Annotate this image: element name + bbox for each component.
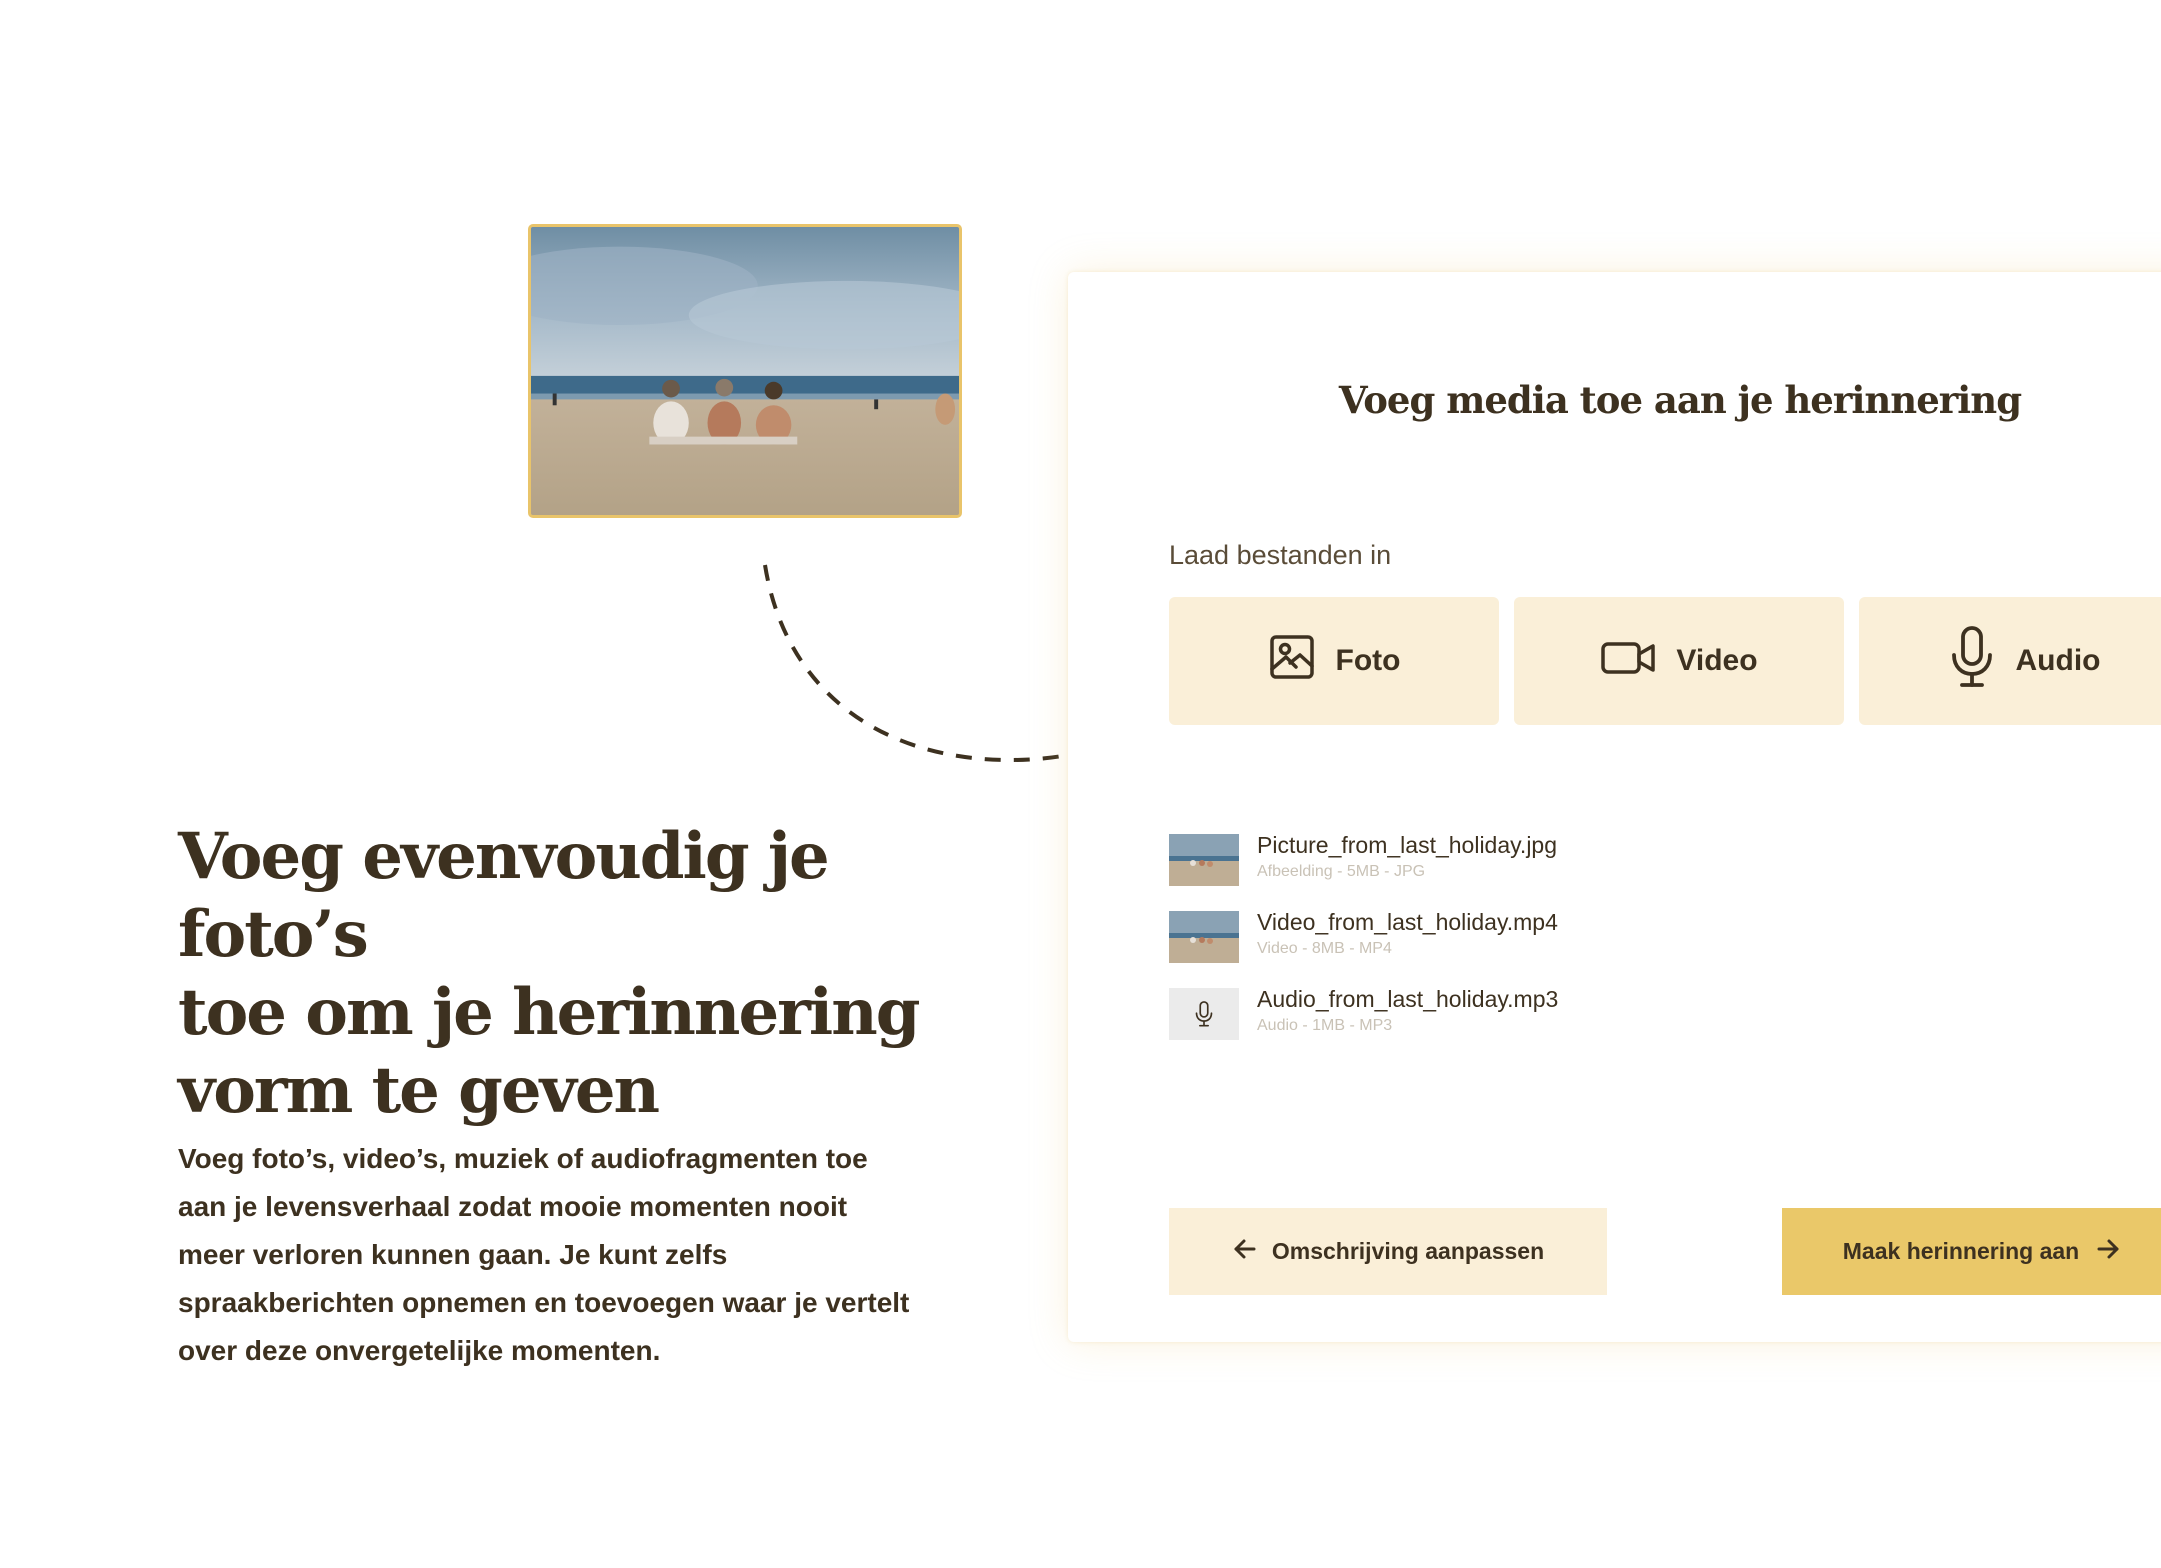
create-memory-button[interactable]: Maak herinnering aan (1782, 1208, 2161, 1295)
media-upload-card (1068, 272, 2161, 1342)
edit-description-label: Omschrijving aanpassen (1271, 1238, 1545, 1264)
hero-title-line: toe om je herinnering (178, 975, 920, 1050)
video-camera-icon (1600, 633, 1656, 689)
arrow-left-icon (1232, 1236, 1258, 1268)
upload-video-label: Video (1676, 644, 1758, 677)
arrow-right-icon (2095, 1236, 2121, 1268)
upload-label: Laad bestanden in (1169, 540, 1392, 570)
hero-description: Voeg foto’s, video’s, muziek of audiofra… (178, 1143, 910, 1366)
file-list-item[interactable]: Audio_from_last_holiday.mp3 Audio - 1MB … (1169, 986, 1769, 1040)
file-list-item[interactable]: Video_from_last_holiday.mp4 Video - 8MB … (1169, 909, 1769, 963)
beach-thumbnail (1169, 911, 1239, 963)
beach-thumbnail (1169, 834, 1239, 886)
upload-audio-label: Audio (2015, 644, 2101, 677)
file-meta: Afbeelding - 5MB - JPG (1257, 863, 1426, 880)
hero-title-line: vorm te geven (178, 1053, 660, 1128)
upload-audio-button[interactable]: Audio (1859, 597, 2161, 725)
file-list-item[interactable]: Picture_from_last_holiday.jpg Afbeelding… (1169, 832, 1769, 886)
file-name: Video_from_last_holiday.mp4 (1257, 909, 1558, 935)
create-memory-label: Maak herinnering aan (1842, 1238, 2080, 1264)
hero-title-line: Voeg evenvoudig je foto’s (178, 819, 830, 972)
file-meta: Audio - 1MB - MP3 (1257, 1017, 1393, 1034)
hero-title: Voeg evenvoudig je foto’s toe om je heri… (178, 818, 938, 1130)
file-name: Picture_from_last_holiday.jpg (1257, 832, 1558, 858)
floating-beach-photo (528, 224, 962, 518)
file-meta: Video - 8MB - MP4 (1257, 940, 1392, 957)
upload-photo-button[interactable]: Foto (1169, 597, 1499, 725)
card-title: Voeg media toe aan je herinnering (1338, 378, 2022, 422)
upload-video-button[interactable]: Video (1514, 597, 1844, 725)
file-name: Audio_from_last_holiday.mp3 (1257, 986, 1559, 1012)
image-icon (1268, 633, 1316, 689)
edit-description-button[interactable]: Omschrijving aanpassen (1169, 1208, 1607, 1295)
microphone-icon (1948, 625, 1996, 697)
microphone-icon (1169, 988, 1239, 1040)
upload-photo-label: Foto (1335, 644, 1401, 677)
